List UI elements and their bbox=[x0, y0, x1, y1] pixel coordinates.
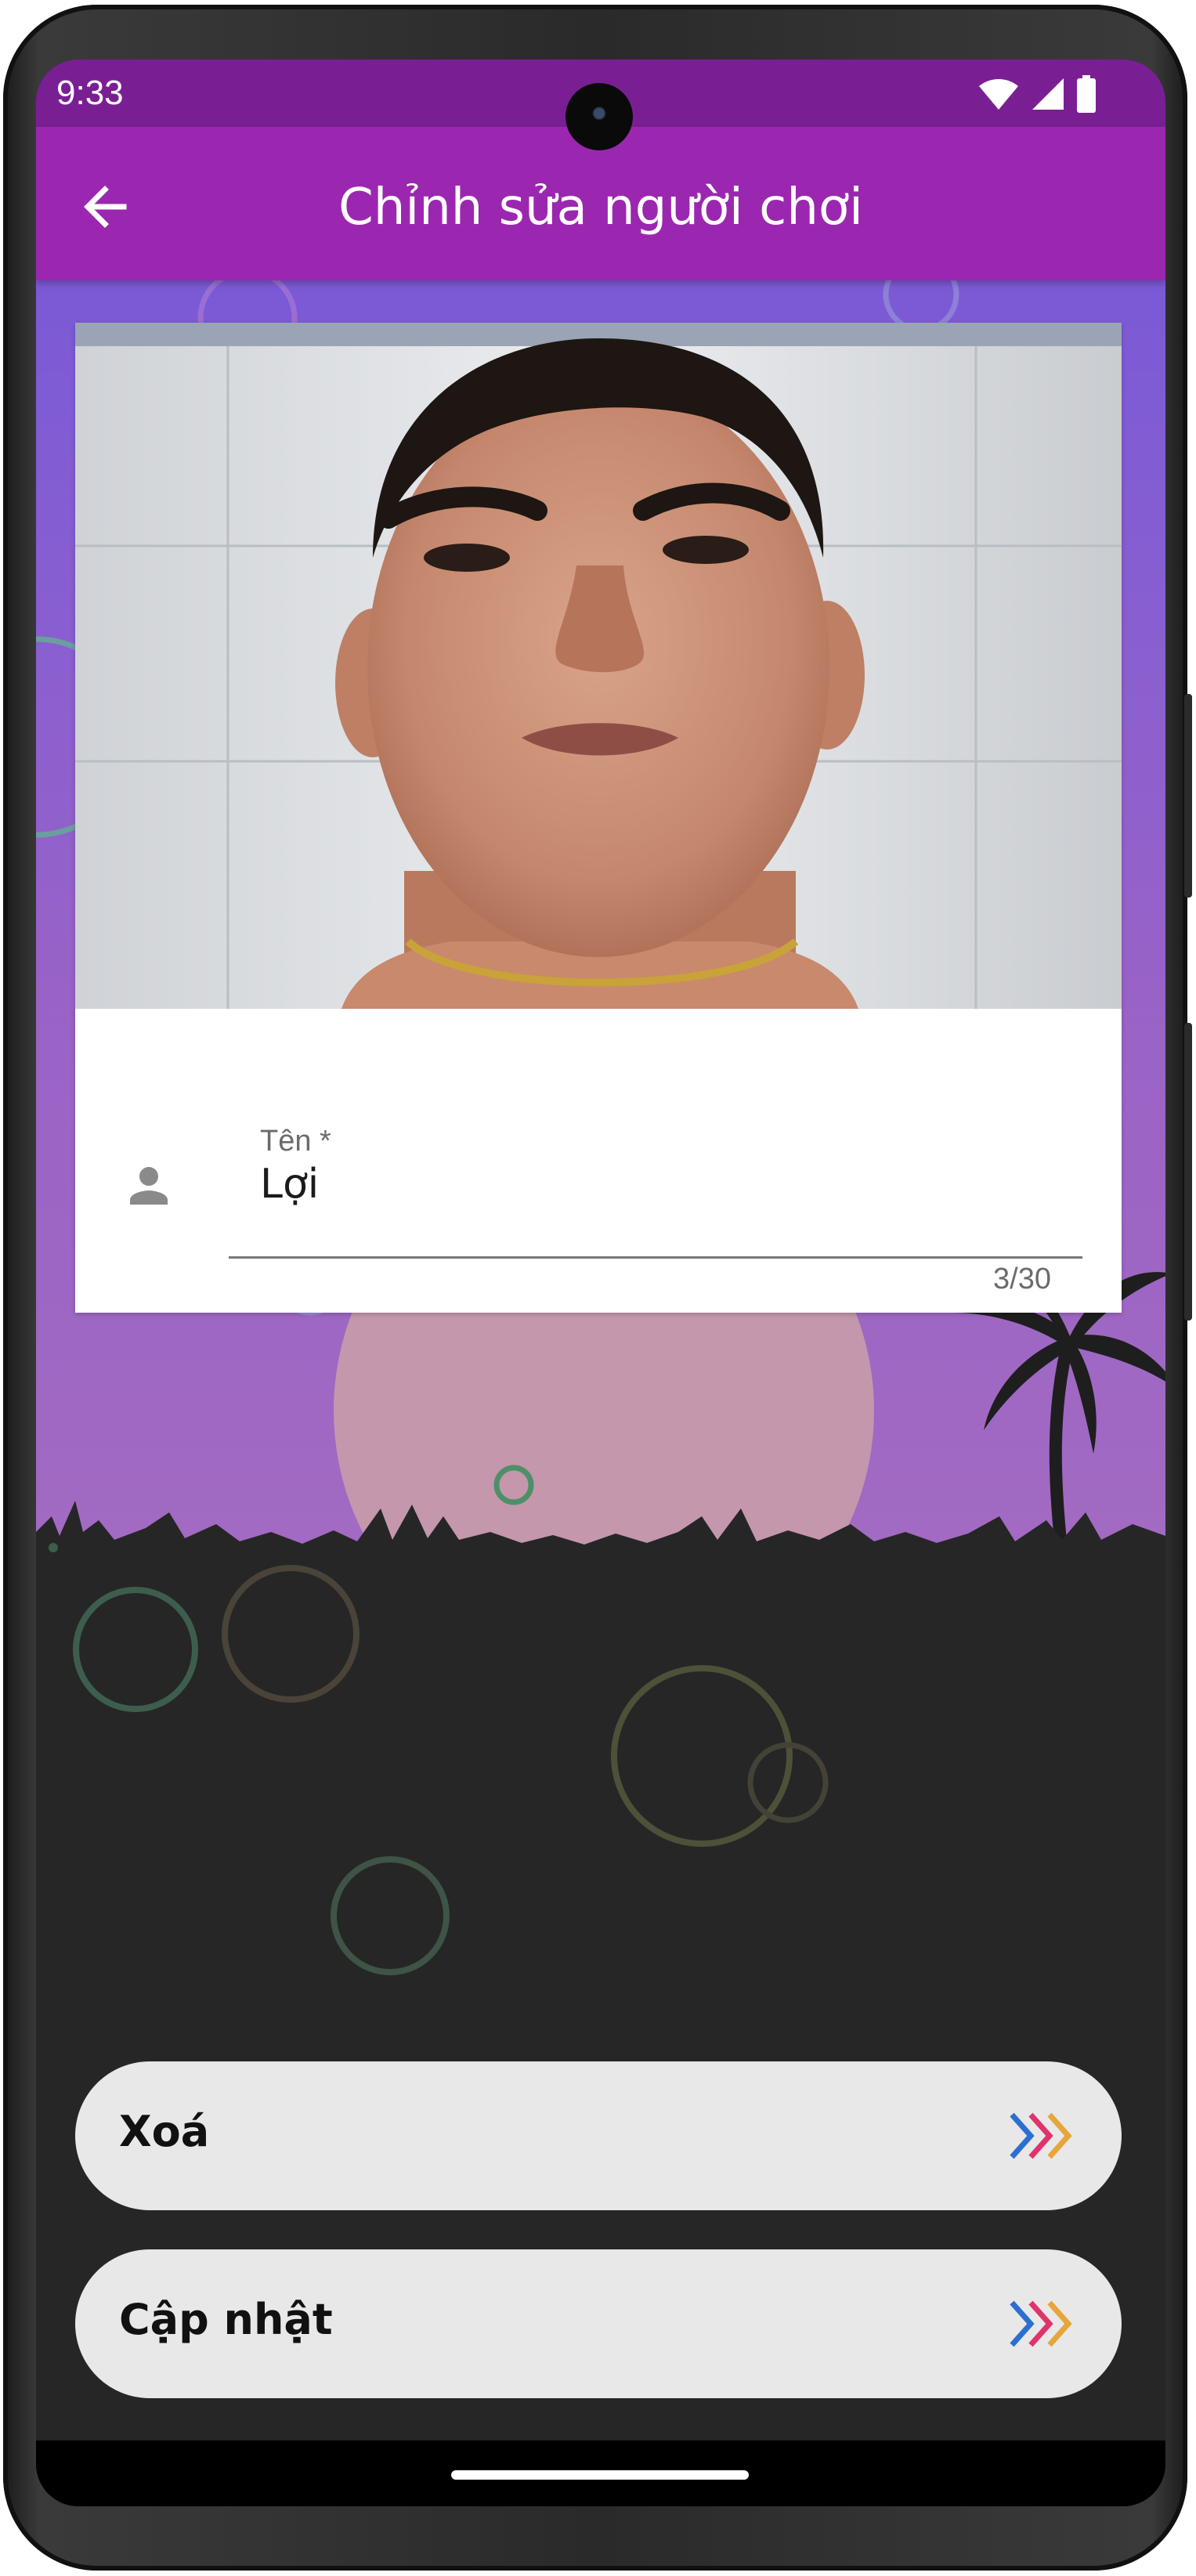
triple-chevron-right-icon bbox=[1010, 2300, 1072, 2347]
status-time: 9:33 bbox=[56, 74, 124, 112]
navigation-bar bbox=[36, 2441, 1165, 2506]
wifi-icon bbox=[979, 79, 1018, 110]
cellular-signal-icon bbox=[1032, 78, 1064, 110]
volume-button bbox=[1184, 1023, 1192, 1321]
power-button bbox=[1184, 694, 1192, 898]
update-button[interactable]: Cập nhật bbox=[75, 2249, 1122, 2398]
delete-button-label: Xoá bbox=[119, 2107, 210, 2156]
phone-frame: 9:33 Chỉnh sửa người chơi Tên * Lợi 3/30… bbox=[3, 5, 1192, 2571]
screen: 9:33 Chỉnh sửa người chơi Tên * Lợi 3/30… bbox=[36, 60, 1165, 2506]
player-photo[interactable] bbox=[75, 323, 1122, 1009]
status-icons bbox=[977, 75, 1097, 113]
player-face-photo bbox=[75, 323, 1122, 1009]
name-field-underline bbox=[229, 1256, 1082, 1259]
name-field[interactable]: Tên * Lợi bbox=[229, 1125, 1082, 1259]
update-button-label: Cập nhật bbox=[119, 2295, 333, 2344]
name-field-value[interactable]: Lợi bbox=[260, 1161, 319, 1208]
home-indicator[interactable] bbox=[451, 2470, 749, 2480]
battery-icon bbox=[1077, 75, 1096, 113]
triple-chevron-right-icon bbox=[1010, 2112, 1072, 2159]
character-counter: 3/30 bbox=[993, 1263, 1051, 1295]
player-card: Tên * Lợi 3/30 bbox=[75, 323, 1122, 1313]
front-camera bbox=[565, 83, 633, 150]
name-field-label: Tên * bbox=[260, 1125, 331, 1158]
delete-button[interactable]: Xoá bbox=[75, 2061, 1122, 2210]
page-title: Chỉnh sửa người chơi bbox=[338, 179, 863, 237]
person-icon bbox=[130, 1167, 168, 1205]
